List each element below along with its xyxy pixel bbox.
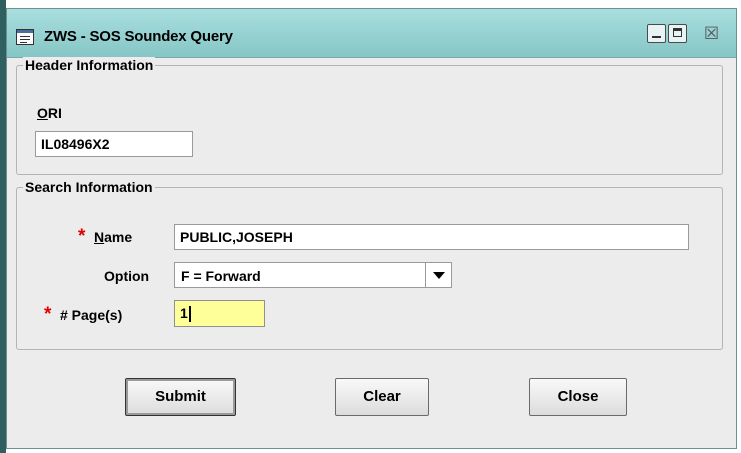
pages-input[interactable]: 1 [174,300,265,327]
option-selected-value: F = Forward [181,268,261,284]
option-select[interactable]: F = Forward [174,262,452,288]
name-label: Name [94,229,132,245]
maximize-icon[interactable] [668,24,687,43]
name-required-marker: * [78,226,86,247]
ori-label-mnemonic: O [37,105,48,121]
ori-input[interactable]: IL08496X2 [35,131,193,157]
pages-label: # Page(s) [60,307,123,323]
name-label-rest: ame [104,229,133,245]
ori-label-rest: RI [47,105,62,121]
window-title: ZWS - SOS Soundex Query [44,28,233,45]
submit-button[interactable]: Submit [125,378,236,416]
name-label-mnemonic: N [94,229,105,245]
minimize-icon[interactable] [647,24,666,43]
title-bar[interactable]: ZWS - SOS Soundex Query ☒ [7,9,736,58]
name-input[interactable]: PUBLIC,JOSEPH [174,224,689,250]
pages-value: 1 [180,305,188,321]
close-icon[interactable]: ☒ [702,24,721,43]
close-button[interactable]: Close [529,378,627,416]
header-information-group: Header Information [16,57,723,175]
ori-label: ORI [37,105,62,121]
app-menu-icon[interactable] [16,29,34,45]
chevron-down-icon[interactable] [425,263,451,287]
header-information-legend: Header Information [23,57,156,74]
clear-button[interactable]: Clear [335,378,429,416]
option-label: Option [104,268,150,284]
search-information-legend: Search Information [23,179,155,196]
pages-required-marker: * [44,304,52,325]
text-caret [188,306,191,323]
